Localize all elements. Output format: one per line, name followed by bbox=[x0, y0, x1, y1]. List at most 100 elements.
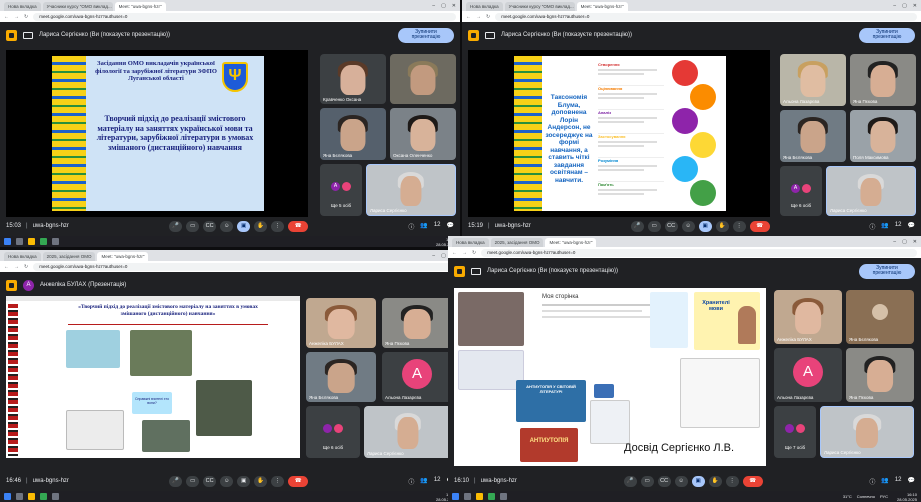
more-options-icon[interactable]: ⋮ bbox=[732, 220, 746, 232]
browser-tab-active[interactable]: Meet: "uwa-bgns-hzr" bbox=[545, 238, 597, 247]
participant-tile[interactable]: Яна Бєлякова bbox=[320, 108, 386, 160]
chrome-icon[interactable] bbox=[488, 493, 495, 500]
camera-icon[interactable]: ▭ bbox=[186, 475, 200, 487]
raise-hand-icon[interactable]: ✋ bbox=[715, 220, 729, 232]
minimize-icon[interactable]: – bbox=[432, 252, 435, 261]
emoji-icon[interactable]: ☺ bbox=[220, 220, 234, 232]
close-icon[interactable]: ✕ bbox=[913, 2, 917, 11]
raise-hand-icon[interactable]: ✋ bbox=[708, 475, 722, 487]
people-icon[interactable]: 👥 bbox=[881, 222, 888, 231]
browser-tab[interactable]: Нова вкладка bbox=[452, 238, 489, 247]
info-icon[interactable]: ⓘ bbox=[869, 222, 875, 231]
browser-tab-active[interactable]: Meet: "uwa-bgns-hzr" bbox=[114, 2, 166, 11]
camera-icon[interactable]: ▭ bbox=[647, 220, 661, 232]
stop-presenting-button[interactable]: Зупинити презентацію bbox=[398, 27, 454, 43]
participant-tile[interactable]: Лариса Сергієнко bbox=[364, 406, 452, 458]
window-controls[interactable]: –▢ ✕ bbox=[432, 2, 460, 11]
mic-icon[interactable]: 🎤 bbox=[169, 475, 183, 487]
more-options-icon[interactable]: ⋮ bbox=[725, 475, 739, 487]
end-call-button[interactable]: ☎ bbox=[288, 475, 309, 487]
info-icon[interactable]: ⓘ bbox=[408, 222, 414, 231]
raise-hand-icon[interactable]: ✋ bbox=[254, 475, 268, 487]
self-tile[interactable]: Лариса Сергієнко bbox=[826, 166, 916, 216]
more-participants-tile[interactable]: Ще 7 осіб bbox=[774, 406, 816, 458]
chat-icon[interactable]: 💬 bbox=[908, 477, 915, 486]
reload-icon[interactable]: ↻ bbox=[472, 250, 476, 256]
explorer-icon[interactable] bbox=[28, 238, 35, 245]
participant-tile[interactable]: Яна Бєлякова bbox=[846, 290, 914, 344]
emoji-icon[interactable]: ☺ bbox=[681, 220, 695, 232]
search-icon[interactable] bbox=[16, 238, 23, 245]
browser-tab-active[interactable]: Meet: "uwa-bgns-hzr" bbox=[97, 252, 149, 261]
participant-tile[interactable]: A Альона Лазарєва bbox=[774, 348, 842, 402]
browser-tab[interactable]: Учасники курсу "ОМО виклад... bbox=[42, 2, 113, 11]
browser-tab[interactable]: 2025, засідання ОМО bbox=[42, 252, 96, 261]
maximize-icon[interactable]: ▢ bbox=[902, 238, 907, 247]
close-icon[interactable]: ✕ bbox=[452, 2, 456, 11]
reload-icon[interactable]: ↻ bbox=[486, 14, 490, 20]
participant-tile[interactable]: Альона Лазарєва bbox=[780, 54, 846, 106]
url-field[interactable]: meet.google.com/uwa-bgns-hzr?authuser=0 bbox=[495, 12, 917, 21]
forward-icon[interactable]: → bbox=[14, 264, 19, 270]
present-icon[interactable]: ▣ bbox=[237, 475, 251, 487]
emoji-icon[interactable]: ☺ bbox=[220, 475, 234, 487]
people-icon[interactable]: 👥 bbox=[420, 222, 427, 231]
participant-tile[interactable]: Яна Бєлякова bbox=[306, 352, 376, 402]
explorer-icon[interactable] bbox=[28, 493, 35, 500]
more-options-icon[interactable]: ⋮ bbox=[271, 220, 285, 232]
end-call-button[interactable]: ☎ bbox=[749, 220, 770, 232]
search-icon[interactable] bbox=[16, 493, 23, 500]
more-participants-tile[interactable]: Ще 6 осіб bbox=[306, 406, 360, 458]
search-icon[interactable] bbox=[464, 493, 471, 500]
maximize-icon[interactable]: ▢ bbox=[441, 252, 446, 261]
participant-tile[interactable]: Анжеліка БУЛАХ bbox=[306, 298, 376, 348]
present-icon[interactable]: ▣ bbox=[237, 220, 251, 232]
participant-tile[interactable] bbox=[390, 54, 456, 104]
info-icon[interactable]: ⓘ bbox=[869, 477, 875, 486]
forward-icon[interactable]: → bbox=[14, 14, 19, 20]
raise-hand-icon[interactable]: ✋ bbox=[254, 220, 268, 232]
app-icon[interactable] bbox=[500, 493, 507, 500]
start-icon[interactable] bbox=[4, 238, 11, 245]
app-icon[interactable] bbox=[52, 493, 59, 500]
stop-presenting-button[interactable]: Зупинити презентацію bbox=[859, 27, 915, 43]
captions-icon[interactable]: CC bbox=[657, 475, 671, 487]
present-icon[interactable]: ▣ bbox=[698, 220, 712, 232]
url-field[interactable]: meet.google.com/uwa-bgns-hzr?authuser=0 bbox=[33, 12, 456, 21]
mic-icon[interactable]: 🎤 bbox=[623, 475, 637, 487]
minimize-icon[interactable]: – bbox=[432, 2, 435, 11]
browser-tab[interactable]: Нова вкладка bbox=[4, 252, 41, 261]
mic-icon[interactable]: 🎤 bbox=[169, 220, 183, 232]
people-icon[interactable]: 👥 bbox=[420, 477, 427, 486]
chat-icon[interactable]: 💬 bbox=[908, 222, 915, 231]
window-controls[interactable]: –▢ ✕ bbox=[893, 238, 921, 247]
start-icon[interactable] bbox=[452, 493, 459, 500]
chrome-icon[interactable] bbox=[40, 238, 47, 245]
end-call-button[interactable]: ☎ bbox=[742, 475, 763, 487]
close-icon[interactable]: ✕ bbox=[913, 238, 917, 247]
back-icon[interactable]: ← bbox=[4, 14, 9, 20]
participant-tile[interactable]: Яна Бєлякова bbox=[780, 110, 846, 162]
emoji-icon[interactable]: ☺ bbox=[674, 475, 688, 487]
more-options-icon[interactable]: ⋮ bbox=[271, 475, 285, 487]
browser-tab[interactable]: Нова вкладка bbox=[4, 2, 41, 11]
minimize-icon[interactable]: – bbox=[893, 2, 896, 11]
chat-icon[interactable]: 💬 bbox=[447, 222, 454, 231]
start-icon[interactable] bbox=[4, 493, 11, 500]
browser-tab[interactable]: 2025, засідання ОМО bbox=[490, 238, 544, 247]
captions-icon[interactable]: CC bbox=[664, 220, 678, 232]
browser-tab-active[interactable]: Meet: "uwa-bgns-hzr" bbox=[576, 2, 628, 11]
more-participants-tile[interactable]: A Ще 5 осіб bbox=[320, 164, 362, 216]
reload-icon[interactable]: ↻ bbox=[24, 264, 28, 270]
back-icon[interactable]: ← bbox=[466, 14, 471, 20]
url-field[interactable]: meet.google.com/uwa-bgns-hzr?authuser=0 bbox=[33, 262, 456, 271]
back-icon[interactable]: ← bbox=[452, 250, 457, 256]
people-icon[interactable]: 👥 bbox=[881, 477, 888, 486]
back-icon[interactable]: ← bbox=[4, 264, 9, 270]
mic-icon[interactable]: 🎤 bbox=[630, 220, 644, 232]
end-call-button[interactable]: ☎ bbox=[288, 220, 309, 232]
maximize-icon[interactable]: ▢ bbox=[902, 2, 907, 11]
info-icon[interactable]: ⓘ bbox=[408, 477, 414, 486]
minimize-icon[interactable]: – bbox=[893, 238, 896, 247]
language-indicator[interactable]: РУС bbox=[880, 494, 888, 499]
